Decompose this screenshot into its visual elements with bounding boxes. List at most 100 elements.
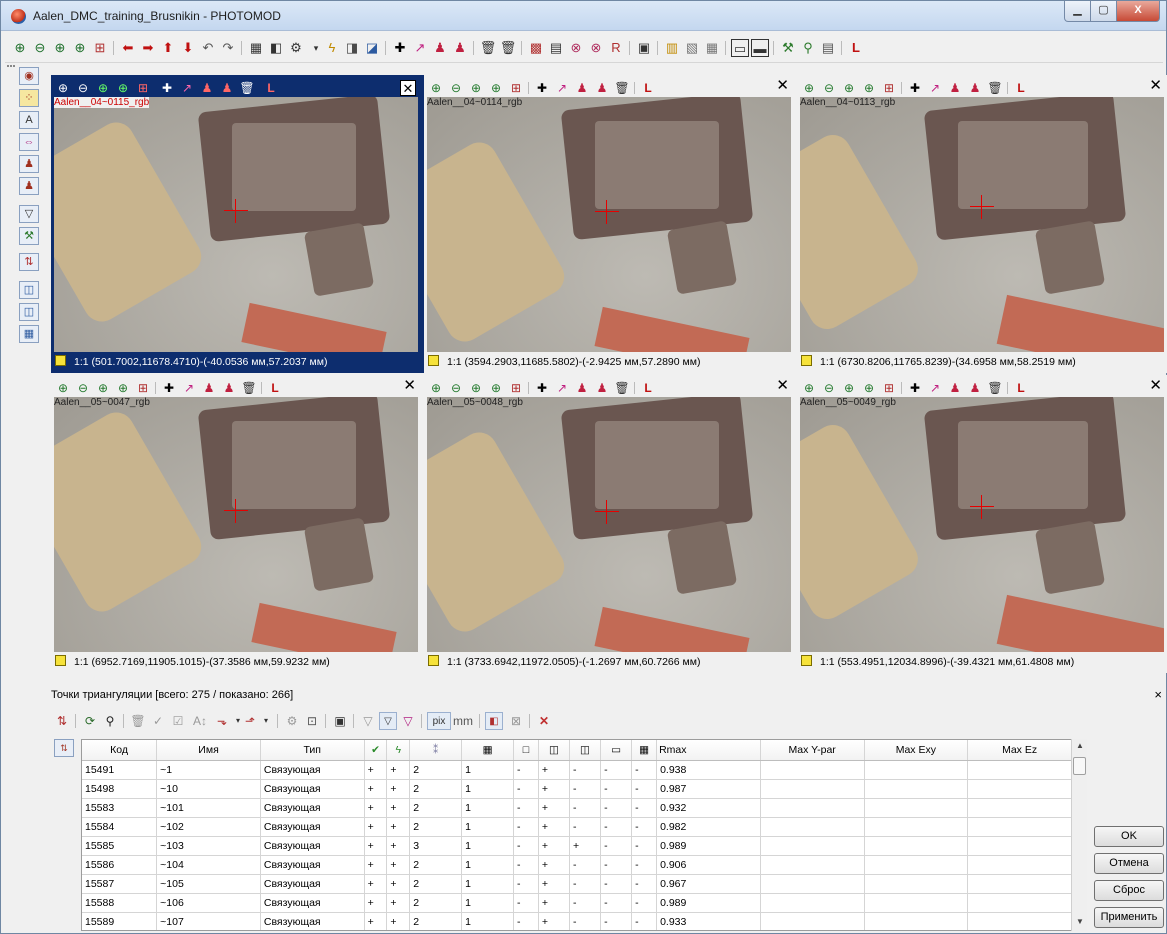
grip-handle[interactable] [7,65,15,69]
pane-close-button[interactable]: ✕ [1149,78,1162,94]
arrow-right-icon[interactable]: ➡ [139,39,157,57]
add-point-icon[interactable]: ✚ [907,80,923,96]
image-pane[interactable]: ⊕ ⊖ ⊕ ⊕ ⊞ ✚ ↗ ♟ ♟ 🗑 L ✕ Aalen__04~0115_r… [51,75,424,373]
label-l-icon[interactable]: L [1013,380,1029,396]
delete-point-icon[interactable]: 🗑 [614,80,630,96]
col-header-code[interactable]: Код [82,740,158,761]
filter-points-icon[interactable]: ▽ [19,205,39,223]
point-type-icon[interactable]: ♟ [19,155,39,173]
col-header-stereo-icon[interactable]: ◫ [538,740,570,761]
center-icon[interactable]: ⊞ [881,80,897,96]
label-l-icon[interactable]: L [267,380,283,396]
zoom-one-icon[interactable]: ⊕ [115,380,131,396]
zoom-to-icon[interactable]: ⊡ [303,712,321,730]
delete-icon[interactable]: 🗑 [129,712,147,730]
correlate-all-icon[interactable]: ⊗ [587,39,605,57]
zoom-in-icon[interactable]: ⊕ [801,80,817,96]
minimize-button[interactable]: ▁ [1064,1,1091,22]
label-l-icon[interactable]: L [847,39,865,57]
zoom-one-icon[interactable]: ⊕ [115,80,131,96]
filter-icon[interactable]: ▽ [379,712,397,730]
table-row[interactable]: 15589 ~107 Связующая + +2 1- + - - -0.933 [82,912,1072,930]
table-row[interactable]: 15584 ~102 Связующая + +2 1- + - - -0.982 [82,817,1072,837]
arrow-down-icon[interactable]: ⬇ [179,39,197,57]
sort-az-icon[interactable]: ⇅ [19,253,39,271]
aerial-image[interactable]: Aalen__04~0113_rgb [800,97,1164,352]
grid-off-icon[interactable]: ⊠ [507,712,525,730]
pin-icon[interactable] [428,655,439,666]
check-icon[interactable]: ✓ [149,712,167,730]
add-point-icon[interactable]: ✚ [907,380,923,396]
delete-point-icon[interactable]: 🗑 [614,380,630,396]
remove-cross-icon[interactable]: ✕ [535,712,553,730]
center-icon[interactable]: ⊞ [135,80,151,96]
lightning-icon[interactable]: ϟ [323,39,341,57]
center-icon[interactable]: ⊞ [881,380,897,396]
checkbox-icon[interactable]: ☑ [169,712,187,730]
aerial-image[interactable]: Aalen__04~0114_rgb [427,97,791,352]
table-row[interactable]: 15585 ~103 Связующая + +3 1- + + - -0.989 [82,836,1072,856]
pin-icon[interactable] [801,355,812,366]
zoom-one-icon[interactable]: ⊕ [861,80,877,96]
zoom-one-icon[interactable]: ⊕ [488,80,504,96]
col-header-grid-icon[interactable]: ▦ [461,740,514,761]
panel-close-button[interactable]: × [1154,685,1162,705]
zoom-one-icon[interactable]: ⊕ [861,380,877,396]
point-red-icon[interactable]: ♟ [431,39,449,57]
paste-icon[interactable]: ◫ [19,303,39,321]
report-r-icon[interactable]: R [607,39,625,57]
zoom-out-icon[interactable]: ⊖ [448,80,464,96]
aerial-image[interactable]: Aalen__05~0047_rgb [54,397,418,652]
col-header-max-exy[interactable]: Max Exy [864,740,969,761]
maximize-button[interactable]: ▢ [1090,1,1117,22]
stereo-icon[interactable]: ◨ [343,39,361,57]
zoom-fit-icon[interactable]: ⊕ [468,80,484,96]
arrow-up-icon[interactable]: ⬆ [159,39,177,57]
add-point-icon[interactable]: ✚ [391,39,409,57]
zoom-out-icon[interactable]: ⊖ [75,80,91,96]
scroll-up-icon[interactable]: ▲ [1076,741,1084,750]
settings-icon[interactable]: ⚙ [283,712,301,730]
point-blue-icon[interactable]: ♟ [451,39,469,57]
image-pane[interactable]: ⊕ ⊖ ⊕ ⊕ ⊞ ✚ ↗ ♟ ♟ 🗑 L ✕ [797,375,1167,673]
col-header-rmax[interactable]: Rmax [656,740,761,761]
aerial-image[interactable]: Aalen__05~0049_rgb [800,397,1164,652]
reset-button[interactable]: Сброс [1094,880,1164,901]
zoom-fit-icon[interactable]: ⊕ [841,80,857,96]
label-l-icon[interactable]: L [640,380,656,396]
point-blue-icon[interactable]: ♟ [967,380,983,396]
zoom-in-icon[interactable]: ⊕ [55,80,71,96]
aerial-image[interactable]: Aalen__04~0115_rgb [54,97,418,352]
mode-text-icon[interactable]: A [19,111,39,129]
zoom-fit-icon[interactable]: ⊕ [95,80,111,96]
zoom-fit-icon[interactable]: ⊕ [468,380,484,396]
close-button[interactable]: X [1116,1,1160,22]
pane-close-button[interactable]: ✕ [400,80,416,96]
image-pane[interactable]: ⊕ ⊖ ⊕ ⊕ ⊞ ✚ ↗ ♟ ♟ 🗑 L ✕ [51,375,424,673]
measure-point-icon[interactable]: ↗ [927,80,943,96]
image-icon[interactable]: ◪ [363,39,381,57]
delete-point-icon[interactable]: 🗑 [239,80,255,96]
table-row[interactable]: 15586 ~104 Связующая + +2 1- + - - -0.906 [82,855,1072,875]
scroll-down-icon[interactable]: ▼ [1076,917,1084,926]
center-icon[interactable]: ⊞ [508,80,524,96]
point-blue-icon[interactable]: ♟ [221,380,237,396]
col-header-stereo2-icon[interactable]: ◫ [569,740,602,761]
report-icon[interactable]: ▣ [331,712,349,730]
label-l-icon[interactable]: L [1013,80,1029,96]
zoom-fit-icon[interactable]: ⊕ [95,380,111,396]
zoom-out-icon[interactable]: ⊖ [75,380,91,396]
grid-icon[interactable]: ▦ [19,325,39,343]
col-header-check-icon[interactable]: ✔ [364,740,388,761]
measure-point-icon[interactable]: ↗ [179,80,195,96]
col-header-block-icon[interactable]: ▦ [631,740,658,761]
columns-icon[interactable]: ◧ [485,712,503,730]
rename-icon[interactable]: A↕ [191,712,209,730]
arrow-left-icon[interactable]: ⬅ [119,39,137,57]
binoculars-icon[interactable]: ⚲ [799,39,817,57]
point-red-icon[interactable]: ♟ [199,80,215,96]
delete-all-icon[interactable]: 🗑 [499,39,517,57]
image-pane[interactable]: ⊕ ⊖ ⊕ ⊕ ⊞ ✚ ↗ ♟ ♟ 🗑 L ✕ [424,75,797,373]
zoom-in-icon[interactable]: ⊕ [801,380,817,396]
export-dropdown-icon[interactable]: ▾ [257,712,275,730]
